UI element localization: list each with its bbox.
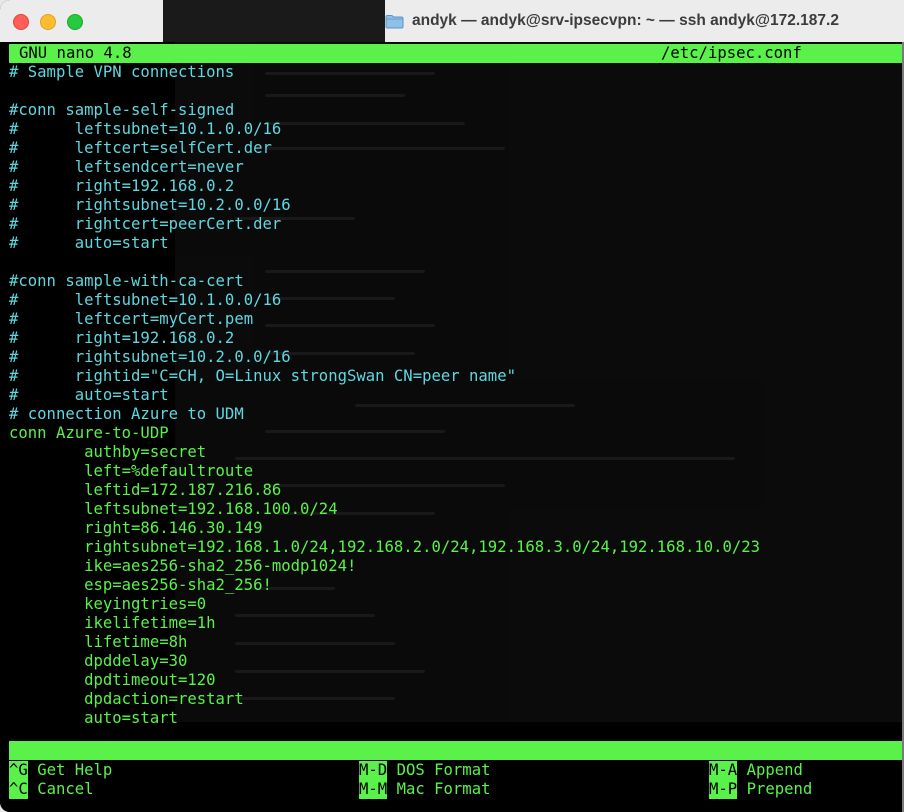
ghost-text-line [235, 457, 735, 460]
nano-header-bar: GNU nano 4.8 /etc/ipsec.conf [9, 44, 904, 63]
editor-line[interactable]: # leftcert=myCert.pem [9, 310, 253, 329]
editor-line[interactable]: # leftsubnet=10.1.0.0/16 [9, 291, 281, 310]
editor-line[interactable]: # connection Azure to UDM [9, 405, 244, 424]
ghost-text-line [265, 147, 505, 150]
editor-line[interactable]: # rightid="C=CH, O=Linux strongSwan CN=p… [9, 367, 516, 386]
shortcut-key-get-help[interactable]: ^G [9, 761, 28, 780]
ghost-text-line [265, 72, 435, 75]
shortcut-key-mac-format[interactable]: M-M [359, 780, 388, 799]
ghost-text-line [235, 670, 425, 673]
ghost-text-line [265, 94, 405, 97]
editor-line[interactable]: lifetime=8h [9, 633, 187, 652]
ghost-text-line [265, 297, 395, 300]
editor-line[interactable]: # leftcert=selfCert.der [9, 139, 272, 158]
editor-line[interactable]: # rightcert=peerCert.der [9, 215, 281, 234]
editor-line[interactable]: dpdtimeout=120 [9, 671, 215, 690]
folder-icon [385, 14, 404, 29]
editor-line[interactable]: auto=start [9, 709, 178, 728]
editor-line[interactable]: leftid=172.187.216.86 [9, 481, 281, 500]
shortcut-label-mac-format[interactable]: Mac Format [397, 780, 491, 799]
title-bar: andyk — andyk@srv-ipsecvpn: ~ — ssh andy… [0, 0, 904, 43]
editor-line[interactable]: leftsubnet=192.168.100.0/24 [9, 500, 338, 519]
editor-line[interactable]: # rightsubnet=10.2.0.0/16 [9, 196, 291, 215]
window-title-group: andyk — andyk@srv-ipsecvpn: ~ — ssh andy… [385, 0, 839, 42]
shortcut-label-dos-format[interactable]: DOS Format [397, 761, 491, 780]
editor-line[interactable]: # Sample VPN connections [9, 63, 234, 82]
editor-line[interactable]: rightsubnet=192.168.1.0/24,192.168.2.0/2… [9, 538, 760, 557]
window-title: andyk — andyk@srv-ipsecvpn: ~ — ssh andy… [412, 12, 839, 29]
shortcut-label-get-help[interactable]: Get Help [37, 761, 112, 780]
editor-line[interactable]: # leftsubnet=10.1.0.0/16 [9, 120, 281, 139]
close-window-button[interactable] [13, 14, 29, 30]
editor-line[interactable]: dpddelay=30 [9, 652, 187, 671]
editor-line[interactable]: # right=192.168.0.2 [9, 177, 234, 196]
editor-line[interactable]: keyingtries=0 [9, 595, 206, 614]
ghost-text-line [235, 697, 395, 700]
maximize-window-button[interactable] [67, 14, 83, 30]
shortcut-key-prepend[interactable]: M-P [709, 780, 738, 799]
editor-line[interactable]: conn Azure-to-UDP [9, 424, 169, 443]
minimize-window-button[interactable] [40, 14, 56, 30]
write-prompt-bar[interactable]: File Name to Write: /etc/ipsec.conf [9, 741, 904, 778]
editor-line[interactable]: dpdaction=restart [9, 690, 244, 709]
shortcut-key-dos-format[interactable]: M-D [359, 761, 388, 780]
editor-line[interactable]: ike=aes256-sha2_256-modp1024! [9, 557, 356, 576]
shortcut-key-append[interactable]: M-A [709, 761, 738, 780]
nano-filename: /etc/ipsec.conf [661, 44, 802, 62]
editor-line[interactable]: esp=aes256-sha2_256! [9, 576, 272, 595]
editor-line[interactable]: #conn sample-self-signed [9, 101, 234, 120]
editor-line[interactable]: # auto=start [9, 234, 169, 253]
editor-line[interactable]: authby=secret [9, 443, 206, 462]
editor-line[interactable]: ikelifetime=1h [9, 614, 215, 633]
ghost-text-line [265, 484, 505, 487]
editor-line[interactable]: left=%defaultroute [9, 462, 253, 481]
editor-line[interactable]: # leftsendcert=never [9, 158, 244, 177]
terminal-area[interactable]: GNU nano 4.8 /etc/ipsec.conf # Sample VP… [0, 42, 904, 812]
title-bar-overlay [163, 0, 385, 42]
shortcut-label-prepend[interactable]: Prepend [747, 780, 813, 799]
nano-version: GNU nano 4.8 [19, 44, 132, 62]
ghost-text-line [235, 614, 375, 617]
shortcut-label-append[interactable]: Append [747, 761, 803, 780]
ghost-text-line [265, 430, 445, 433]
ghost-text-line [265, 270, 425, 273]
shortcut-label-cancel[interactable]: Cancel [37, 780, 93, 799]
editor-line[interactable]: #conn sample-with-ca-cert [9, 272, 244, 291]
editor-line[interactable]: right=86.146.30.149 [9, 519, 262, 538]
ghost-text-line [265, 324, 435, 327]
shortcut-key-cancel[interactable]: ^C [9, 780, 28, 799]
editor-line[interactable]: # auto=start [9, 386, 169, 405]
ghost-text-line [355, 404, 575, 407]
editor-line[interactable]: # right=192.168.0.2 [9, 329, 234, 348]
write-prompt-text[interactable]: File Name to Write: /etc/ipsec.conf [65, 760, 394, 778]
terminal-window: andyk — andyk@srv-ipsecvpn: ~ — ssh andy… [0, 0, 904, 812]
ghost-text-line [265, 122, 465, 125]
editor-line[interactable]: # rightsubnet=10.2.0.0/16 [9, 348, 291, 367]
ghost-text-line [235, 642, 395, 645]
